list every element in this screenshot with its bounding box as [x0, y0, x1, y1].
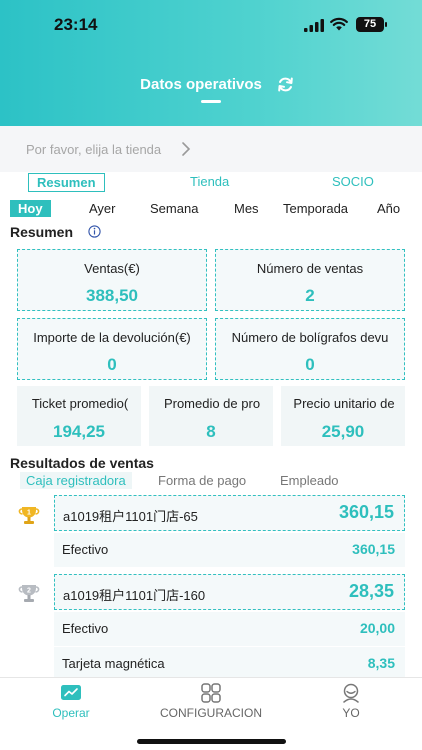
metric-value: 25,90 — [321, 422, 365, 441]
payment-method: Tarjeta magnética — [62, 656, 165, 671]
grid-icon — [201, 683, 221, 703]
metric-label: Promedio de pro — [163, 396, 261, 411]
home-indicator — [137, 739, 286, 744]
tab-forma-de-pago[interactable]: Forma de pago — [158, 473, 246, 488]
payment-detail-row: Tarjeta magnética 8,35 — [54, 647, 405, 681]
sales-results-title: Resultados de ventas — [10, 455, 154, 471]
header: 23:14 75 Datos operativos — [0, 0, 422, 126]
nav-yo[interactable]: YO — [320, 678, 382, 728]
wifi-icon — [330, 17, 348, 31]
metric-card-ticket-promedio: Ticket promedio( 194,25 — [17, 386, 141, 446]
metric-card-precio-unitario: Precio unitario de 25,90 — [281, 386, 405, 446]
status-time: 23:14 — [54, 15, 98, 34]
metric-value: 388,50 — [86, 286, 138, 305]
nav-label: Operar — [52, 706, 90, 720]
profile-icon — [343, 683, 359, 703]
payment-amount: 8,35 — [367, 655, 395, 671]
rank-badge-1: 1 — [27, 510, 31, 517]
metric-card-promedio: Promedio de pro 8 — [149, 386, 273, 446]
tab-tienda[interactable]: Tienda — [190, 174, 229, 189]
refresh-icon[interactable] — [277, 76, 294, 93]
register-name: a1019租户1101门店-65 — [63, 509, 198, 524]
payment-amount: 360,15 — [352, 541, 395, 557]
summary-title: Resumen — [10, 224, 74, 240]
metric-label: Número de ventas — [256, 261, 364, 276]
metric-value: 194,25 — [53, 422, 105, 441]
main-tabs: Resumen Tienda SOCIO — [0, 172, 422, 196]
tab-mes[interactable]: Mes — [234, 201, 259, 216]
silver-trophy-icon: 2 — [18, 585, 40, 602]
battery-icon: 75 — [356, 17, 387, 32]
info-icon[interactable] — [88, 225, 101, 238]
metric-card-ventas: Ventas(€) 388,50 — [17, 249, 207, 311]
title-underline — [201, 100, 221, 103]
tab-hoy[interactable]: Hoy — [10, 200, 51, 217]
nav-label: CONFIGURACION — [160, 706, 262, 720]
chart-icon — [61, 685, 81, 700]
store-selector[interactable]: Por favor, elija la tienda — [0, 126, 422, 172]
metric-card-numero-ventas: Número de ventas 2 — [215, 249, 405, 311]
gold-trophy-icon: 1 — [18, 507, 40, 524]
metric-value: 8 — [206, 422, 216, 441]
tab-empleado[interactable]: Empleado — [280, 473, 339, 488]
register-name: a1019租户1101门店-160 — [63, 588, 206, 603]
metric-value: 0 — [107, 355, 117, 374]
payment-detail-row: Efectivo 360,15 — [54, 533, 405, 567]
metric-card-devolucion: Importe de la devolución(€) 0 — [17, 318, 207, 380]
payment-detail-row: Efectivo 20,00 — [54, 612, 405, 646]
signal-icon — [304, 19, 324, 32]
page-title: Datos operativos — [140, 76, 262, 93]
payment-amount: 20,00 — [359, 620, 395, 636]
tab-semana[interactable]: Semana — [150, 201, 198, 216]
register-amount: 360,15 — [338, 502, 394, 522]
chevron-right-icon — [182, 142, 191, 156]
metric-card-boligrafos: Número de bolígrafos devu 0 — [215, 318, 405, 380]
store-selector-placeholder: Por favor, elija la tienda — [26, 142, 162, 157]
metric-label: Ticket promedio( — [31, 396, 129, 411]
tab-ano[interactable]: Año — [377, 201, 400, 216]
tab-caja-registradora[interactable]: Caja registradora — [20, 472, 132, 489]
sales-tabs: Caja registradora Forma de pago Empleado — [0, 471, 422, 491]
metric-label: Importe de la devolución(€) — [33, 330, 191, 345]
tab-temporada[interactable]: Temporada — [283, 201, 348, 216]
nav-label: YO — [342, 706, 360, 720]
tab-resumen[interactable]: Resumen — [28, 173, 105, 192]
metric-label: Ventas(€) — [84, 261, 140, 276]
metric-label: Precio unitario de — [293, 396, 395, 411]
metric-value: 2 — [305, 286, 315, 305]
tab-ayer[interactable]: Ayer — [89, 201, 116, 216]
rank-item-1[interactable]: a1019租户1101门店-65 360,15 — [54, 495, 405, 531]
nav-configuracion[interactable]: CONFIGURACION — [150, 678, 272, 728]
battery-level: 75 — [363, 18, 377, 30]
metric-value: 0 — [305, 355, 315, 374]
rank-item-2[interactable]: a1019租户1101门店-160 28,35 — [54, 574, 405, 610]
period-tabs: Hoy Ayer Semana Mes Temporada Año — [0, 199, 422, 219]
payment-method: Efectivo — [62, 542, 109, 557]
rank-badge-2: 2 — [27, 588, 31, 595]
nav-operar[interactable]: Operar — [36, 678, 106, 728]
metric-label: Número de bolígrafos devu — [231, 330, 389, 345]
payment-method: Efectivo — [62, 621, 109, 636]
register-amount: 28,35 — [348, 581, 394, 601]
tab-socio[interactable]: SOCIO — [332, 174, 374, 189]
status-bar: 23:14 75 — [0, 0, 422, 48]
